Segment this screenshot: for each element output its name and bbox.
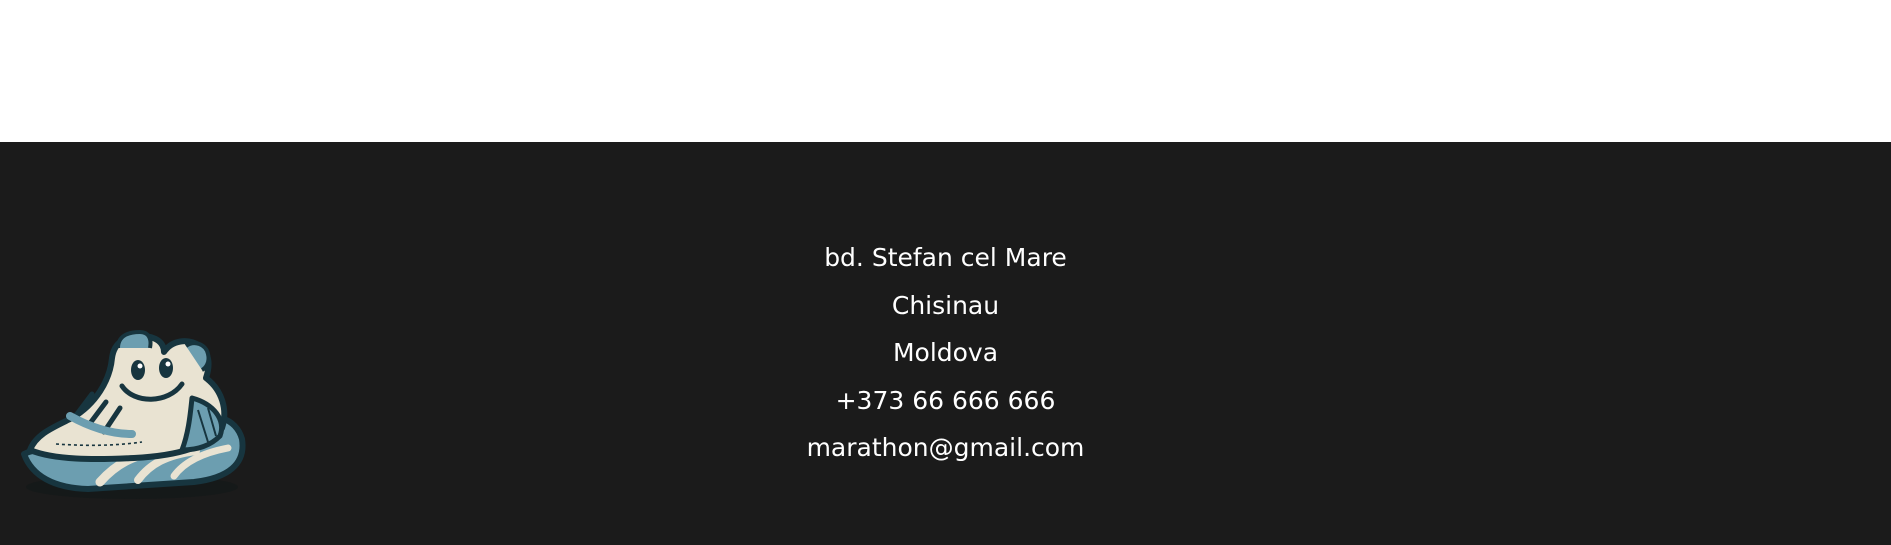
contact-info: bd. Stefan cel Mare Chisinau Moldova +37… bbox=[0, 234, 1891, 472]
address-country: Moldova bbox=[892, 338, 999, 367]
phone-number[interactable]: +373 66 666 666 bbox=[0, 377, 1891, 425]
address-city: Chisinau bbox=[891, 290, 1000, 320]
site-footer: bd. Stefan cel Mare Chisinau Moldova +37… bbox=[0, 142, 1891, 545]
email-address[interactable]: marathon@gmail.com bbox=[0, 424, 1891, 472]
address-street: bd. Stefan cel Mare bbox=[824, 243, 1067, 272]
page-top-area bbox=[0, 0, 1891, 142]
